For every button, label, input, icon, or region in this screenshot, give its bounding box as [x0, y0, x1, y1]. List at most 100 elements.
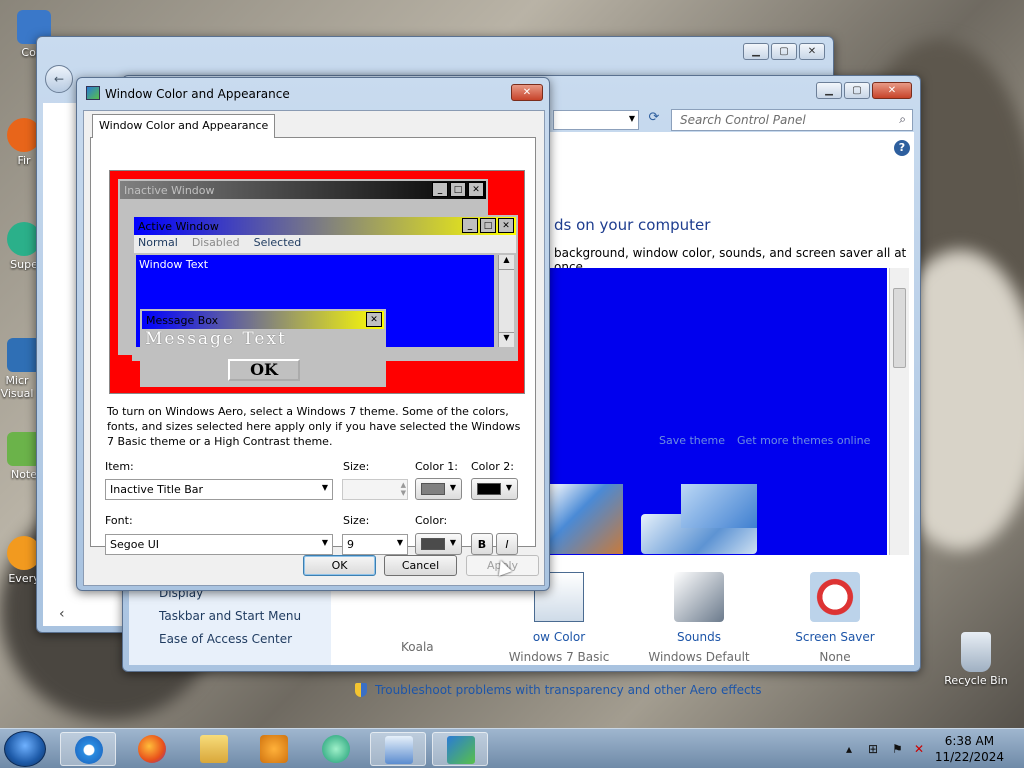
close-icon: ✕ [366, 312, 382, 327]
font-size-label: Size: [343, 514, 370, 527]
item-select[interactable]: Inactive Title Bar ▼ [105, 479, 333, 500]
refresh-icon[interactable]: ⟳ [643, 110, 665, 130]
scroll-left-icon[interactable]: ‹ [59, 606, 65, 622]
show-hidden-icons-icon[interactable]: ▴ [846, 742, 852, 756]
preview-scrollbar: ▲ ▼ [498, 255, 514, 347]
desktop-background-value: Koala [401, 640, 434, 654]
volume-muted-icon[interactable]: ✕ [914, 742, 924, 756]
font-color-swatch [421, 538, 445, 550]
preview-menu-bar: Normal Disabled Selected [134, 235, 516, 253]
theme-thumbnail[interactable] [549, 484, 623, 554]
taskbar-explorer[interactable] [186, 732, 242, 766]
link-ease-of-access[interactable]: Ease of Access Center [159, 632, 292, 646]
appearance-preview[interactable]: Inactive Window _ □ ✕ Active Window _ □ … [109, 170, 525, 394]
font-select[interactable]: Segoe UI ▼ [105, 534, 333, 555]
screen-saver-item[interactable]: Screen Saver None [775, 572, 895, 664]
minimize-icon: _ [462, 218, 478, 233]
size-label: Size: [343, 460, 370, 473]
ok-button[interactable]: OK [303, 555, 376, 576]
firefox-icon [138, 735, 166, 763]
start-button[interactable] [4, 731, 46, 767]
preview-message-text: Message Text [145, 329, 287, 349]
search-input[interactable]: Search Control Panel ⌕ [671, 109, 913, 131]
preview-message-box[interactable]: Message Box ✕ Message Text OK [140, 309, 386, 387]
folder-icon [200, 735, 228, 763]
close-icon: ✕ [468, 182, 484, 197]
network-icon[interactable]: ⊞ [868, 742, 878, 756]
item-size-stepper[interactable]: ▲ ▼ [342, 479, 408, 500]
themes-list[interactable]: Save theme Get more themes online [549, 268, 887, 555]
chevron-down-icon: ▼ [396, 538, 403, 547]
color1-swatch [421, 483, 445, 495]
taskbar-internet-explorer[interactable] [60, 732, 116, 766]
color1-label: Color 1: [415, 460, 458, 473]
display-icon [86, 86, 100, 100]
font-size-select[interactable]: 9 ▼ [342, 534, 408, 555]
theme-thumbnail[interactable] [681, 484, 757, 528]
scroll-thumb[interactable] [893, 288, 906, 368]
bold-button[interactable]: B [471, 533, 493, 555]
chevron-down-icon[interactable]: ▼ [629, 114, 635, 123]
desktop-icon-recycle-bin[interactable]: Recycle Bin [940, 632, 1012, 687]
preview-ok-button: OK [228, 359, 300, 381]
taskbar-app[interactable] [308, 732, 364, 766]
chevron-down-icon: ▼ [321, 538, 328, 547]
recycle-bin-icon [961, 632, 991, 672]
taskbar-firefox[interactable] [124, 732, 180, 766]
aero-description: To turn on Windows Aero, select a Window… [107, 405, 521, 448]
italic-button[interactable]: I [496, 533, 518, 555]
back-nav-icon[interactable]: ← [45, 65, 73, 93]
action-center-icon[interactable]: ⚑ [892, 742, 903, 756]
sounds-icon [674, 572, 724, 622]
maximize-button[interactable]: ▢ [844, 82, 870, 99]
maximize-button[interactable]: ▢ [771, 43, 797, 60]
tab-panel: Inactive Window _ □ ✕ Active Window _ □ … [90, 137, 536, 555]
search-icon[interactable]: ⌕ [899, 112, 906, 127]
app-icon [322, 735, 350, 763]
display-icon [447, 736, 475, 764]
minimize-button[interactable]: ▁ [743, 43, 769, 60]
minimize-button[interactable]: ▁ [816, 82, 842, 99]
clock[interactable]: 6:38 AM 11/22/2024 [935, 733, 1004, 765]
dialog-title: Window Color and Appearance [105, 87, 290, 101]
taskbar-personalization[interactable] [432, 732, 488, 766]
themes-scrollbar[interactable] [889, 268, 909, 555]
color2-swatch [477, 483, 501, 495]
color2-picker[interactable]: ▼ [471, 478, 518, 500]
close-icon: ✕ [498, 218, 514, 233]
tab-window-color-appearance[interactable]: Window Color and Appearance [92, 114, 276, 138]
font-color-label: Color: [415, 514, 448, 527]
taskbar-control-panel[interactable] [370, 732, 426, 766]
spin-icon[interactable]: ▲ ▼ [401, 481, 406, 497]
link-taskbar-start-menu[interactable]: Taskbar and Start Menu [159, 609, 301, 623]
control-panel-icon [385, 736, 413, 764]
troubleshoot-link[interactable]: Troubleshoot problems with transparency … [375, 683, 762, 697]
maximize-icon: □ [480, 218, 496, 233]
page-heading: ds on your computer [554, 216, 711, 234]
color1-picker[interactable]: ▼ [415, 478, 462, 500]
maximize-icon: □ [450, 182, 466, 197]
font-color-picker[interactable]: ▼ [415, 533, 462, 555]
help-icon[interactable]: ? [894, 140, 910, 156]
close-button[interactable]: ✕ [872, 82, 912, 99]
internet-explorer-icon [75, 736, 103, 764]
sounds-item[interactable]: Sounds Windows Default [639, 572, 759, 664]
window-color-appearance-dialog[interactable]: Window Color and Appearance ✕ Window Col… [76, 77, 550, 591]
dialog-body: Window Color and Appearance Inactive Win… [83, 110, 545, 586]
minimize-icon: _ [432, 182, 448, 197]
get-more-themes-link[interactable]: Get more themes online [737, 434, 870, 447]
chevron-down-icon: ▼ [321, 483, 328, 492]
cancel-button[interactable]: Cancel [384, 555, 457, 576]
taskbar-media-player[interactable] [246, 732, 302, 766]
media-player-icon [260, 735, 288, 763]
color2-label: Color 2: [471, 460, 514, 473]
chevron-down-icon: ▼ [449, 538, 456, 547]
taskbar: ▴ ⊞ ⚑ ✕ 6:38 AM 11/22/2024 [0, 728, 1024, 768]
save-theme-link[interactable]: Save theme [659, 434, 725, 447]
address-bar[interactable]: ▼ [553, 110, 639, 130]
chevron-down-icon: ▼ [505, 483, 512, 492]
close-button[interactable]: ✕ [511, 84, 543, 101]
chevron-down-icon: ▼ [449, 483, 456, 492]
shield-icon [355, 683, 367, 697]
close-button[interactable]: ✕ [799, 43, 825, 60]
